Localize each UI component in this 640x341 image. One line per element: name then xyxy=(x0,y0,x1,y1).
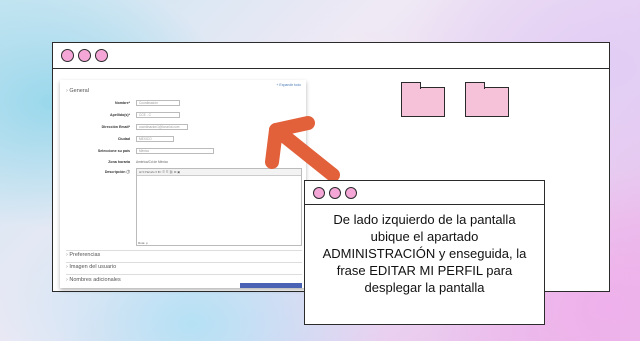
field-label-zona: Zona horaria xyxy=(108,160,130,164)
field-input-email[interactable]: coordinacion1@lorunlut.com xyxy=(136,124,188,130)
editor-path: Ruta: p xyxy=(138,241,148,245)
field-label-email: Dirección Email* xyxy=(101,125,130,129)
field-select-pais[interactable]: México xyxy=(136,148,214,154)
window-dot-icon xyxy=(329,186,341,199)
field-label-ciudad: Ciudad xyxy=(117,137,130,141)
field-label-nombre: Nombre* xyxy=(115,101,130,105)
instruction-window: De lado izquierdo de la pantalla ubique … xyxy=(304,180,545,325)
divider xyxy=(66,274,302,275)
field-input-nombre[interactable]: Coordinación xyxy=(136,100,180,106)
expand-all-link[interactable]: + Expandir todo xyxy=(276,83,301,87)
folder-icon xyxy=(400,82,445,117)
instruction-text: De lado izquierdo de la pantalla ubique … xyxy=(322,212,527,295)
section-nombres-adicionales[interactable]: Nombres adicionales xyxy=(66,277,120,283)
field-label-pais: Seleccione su país xyxy=(97,149,130,153)
window-dot-icon xyxy=(61,49,74,62)
field-input-apellido[interactable]: CCE - C xyxy=(136,112,180,118)
edit-profile-screenshot: + Expandir todo General Nombre* Coordina… xyxy=(60,80,306,288)
description-editor[interactable]: ⊞ ▾ Párrafo ▾ B I ☰ ☰ ⛓ ⊠ ▣ Ruta: p xyxy=(136,168,302,246)
divider xyxy=(66,250,302,251)
main-window-titlebar xyxy=(53,43,609,69)
field-label-apellido: Apellido(s)* xyxy=(110,113,130,117)
folder-icon xyxy=(464,82,509,117)
window-dot-icon xyxy=(313,186,325,199)
window-dot-icon xyxy=(95,49,108,62)
field-input-ciudad[interactable]: MEXICO xyxy=(136,136,174,142)
section-preferencias[interactable]: Preferencias xyxy=(66,252,100,258)
field-value-zona: América/Cd de México xyxy=(136,160,169,164)
divider xyxy=(66,262,302,263)
window-dot-icon xyxy=(345,186,357,199)
editor-toolbar[interactable]: ⊞ ▾ Párrafo ▾ B I ☰ ☰ ⛓ ⊠ ▣ xyxy=(137,169,301,176)
update-profile-button[interactable] xyxy=(240,283,302,288)
instruction-window-titlebar xyxy=(305,181,544,205)
window-dot-icon xyxy=(78,49,91,62)
field-label-descripcion: Descripción ⓘ xyxy=(104,170,130,174)
section-imagen-usuario[interactable]: Imagen del usuario xyxy=(66,264,116,270)
section-general[interactable]: General xyxy=(66,88,89,94)
